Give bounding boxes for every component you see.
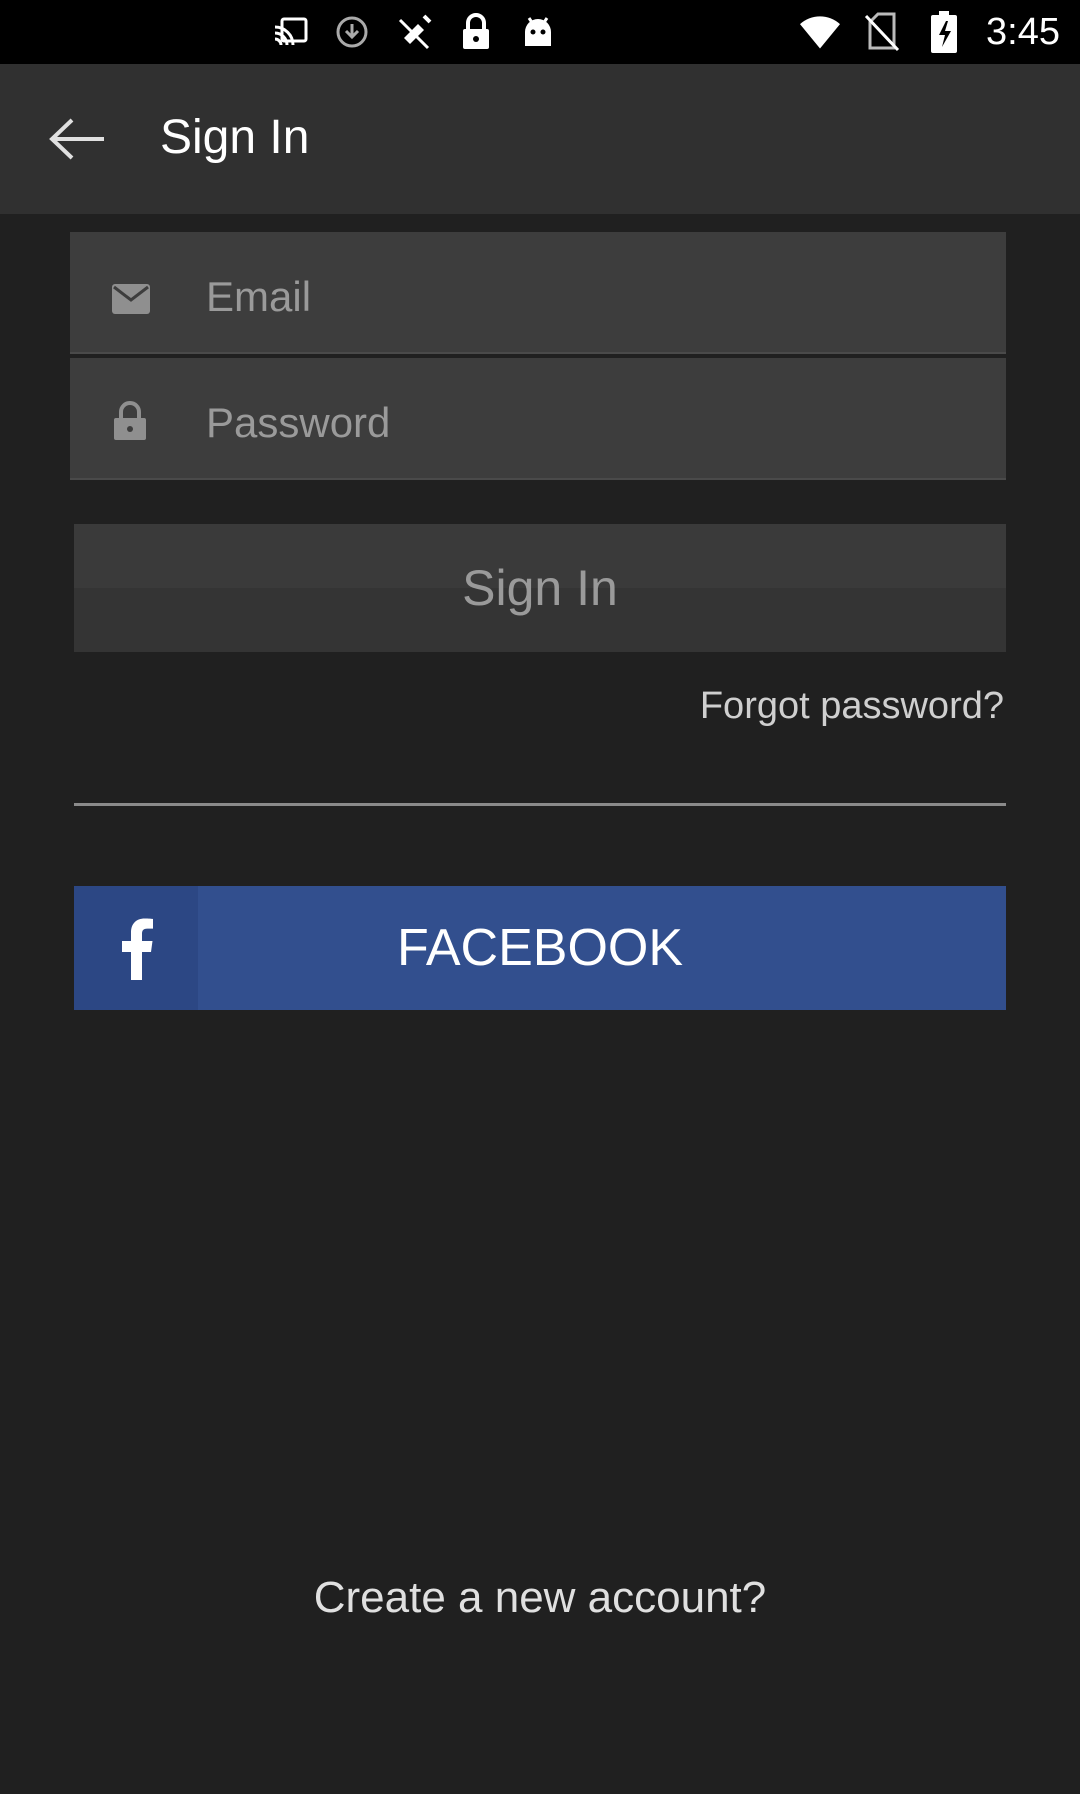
email-field[interactable]: [70, 232, 1006, 354]
no-sim-icon: [862, 10, 902, 54]
status-left-icons: [270, 10, 558, 54]
sign-in-screen: 3:45 Sign In Sign In Forgot password? FA…: [0, 0, 1080, 1794]
sign-in-button[interactable]: Sign In: [74, 524, 1006, 652]
page-title: Sign In: [160, 111, 310, 164]
wifi-icon: [800, 10, 841, 54]
status-clock: 3:45: [986, 11, 1060, 53]
email-input[interactable]: [206, 262, 966, 332]
facebook-login-button[interactable]: FACEBOOK: [74, 886, 1006, 1010]
toolbar: Sign In: [0, 64, 1080, 214]
mail-icon: [110, 278, 152, 320]
forgot-password-link[interactable]: Forgot password?: [700, 682, 1004, 730]
lock-icon: [456, 10, 496, 54]
battery-charging-icon: [924, 10, 964, 54]
create-account-link[interactable]: Create a new account?: [0, 1572, 1080, 1624]
facebook-button-label: FACEBOOK: [396, 919, 684, 977]
android-icon: [518, 10, 558, 54]
download-icon: [332, 10, 372, 54]
password-input[interactable]: [206, 388, 966, 458]
status-bar: 3:45: [0, 0, 1080, 64]
lock-icon: [110, 400, 152, 442]
divider: [74, 803, 1006, 806]
password-field[interactable]: [70, 358, 1006, 480]
facebook-f-icon: [74, 886, 198, 1010]
gps-off-icon: [394, 10, 434, 54]
status-right-icons: 3:45: [800, 8, 1060, 56]
arrow-back-icon[interactable]: [46, 112, 106, 166]
cast-icon: [270, 10, 310, 54]
